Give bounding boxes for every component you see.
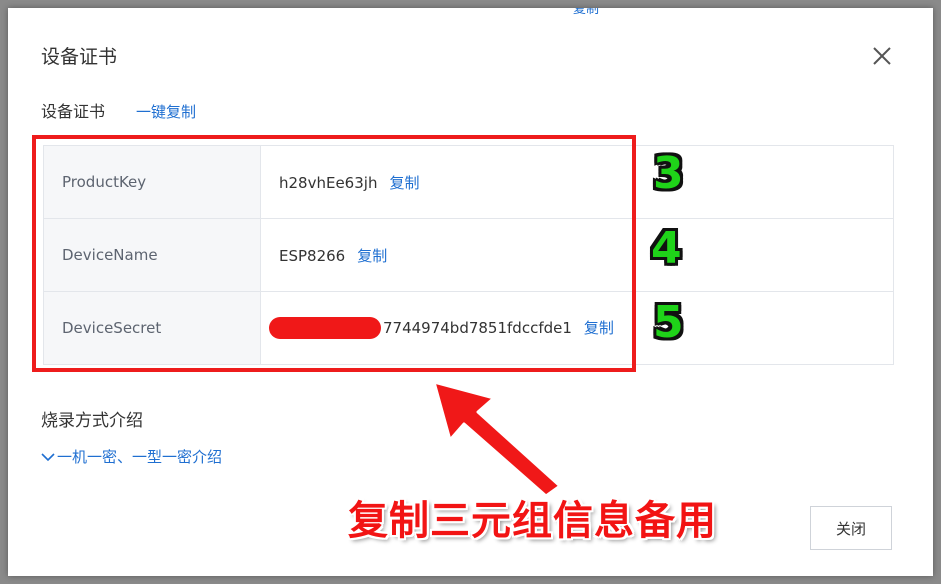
burn-method-expand-link[interactable]: 一机一密、一型一密介绍 [41, 446, 222, 467]
highlight-box [32, 135, 636, 372]
copy-all-link[interactable]: 一键复制 [136, 101, 196, 122]
annotation-arrow-icon [432, 380, 562, 498]
certificate-section-label: 设备证书 [41, 102, 106, 121]
chevron-down-icon [41, 453, 55, 462]
device-certificate-dialog: 复制 设备证书 设备证书 一键复制 ProductKey h28vhEe63jh… [8, 8, 933, 576]
annotation-number-5: 5 [653, 297, 684, 348]
close-icon[interactable] [870, 44, 894, 68]
close-button[interactable]: 关闭 [810, 506, 892, 550]
dialog-title: 设备证书 [41, 46, 118, 68]
annotation-number-3: 3 [653, 148, 684, 199]
burn-method-expand-text: 一机一密、一型一密介绍 [57, 448, 223, 466]
burn-method-label: 烧录方式介绍 [41, 411, 143, 431]
annotation-banner: 复制三元组信息备用 [348, 498, 717, 544]
partial-copy-link[interactable]: 复制 [573, 8, 599, 17]
annotation-number-4: 4 [651, 223, 682, 274]
